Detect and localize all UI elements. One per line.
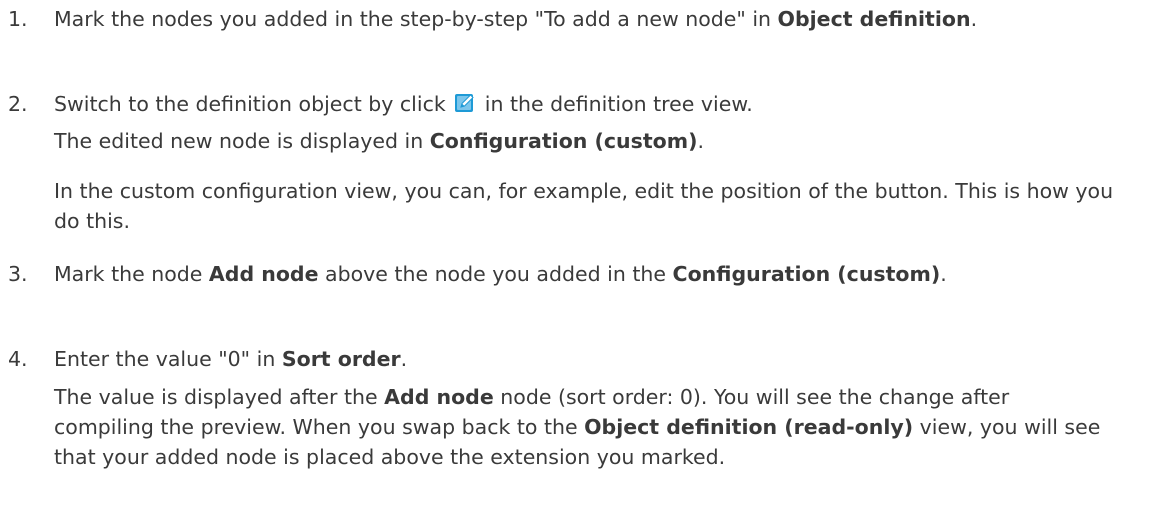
step-text: Enter the value "0" in Sort order. [54, 344, 1108, 374]
edit-icon [454, 92, 476, 114]
step-1: 1. Mark the nodes you added in the step-… [8, 4, 1108, 34]
document-page: 1. Mark the nodes you added in the step-… [0, 0, 1161, 532]
step-text-part: Switch to the definition object by click [54, 92, 453, 116]
step-text-part: . [970, 7, 978, 31]
step-2: 2. Switch to the definition object by cl… [8, 89, 1108, 119]
step-2-result: The edited new node is displayed in Conf… [54, 126, 1114, 156]
step-text: Mark the nodes you added in the step-by-… [54, 4, 1108, 34]
step-text-part: above the node you added in the [318, 262, 673, 286]
step-3: 3. Mark the node Add node above the node… [8, 259, 1108, 289]
step-text-part: in the definition tree view. [478, 92, 753, 116]
step-text: Switch to the definition object by click… [54, 89, 1108, 119]
para-text-part: The value is displayed after the [54, 385, 385, 409]
ui-term-configuration-custom: Configuration (custom) [429, 129, 698, 153]
ui-term-object-definition-read-only: Object definition (read-only) [584, 415, 914, 439]
para-text-part: . [697, 129, 704, 153]
step-text-part: Mark the nodes you added in the step-by-… [54, 7, 778, 31]
step-2-note: In the custom configuration view, you ca… [54, 179, 1114, 233]
step-4: 4. Enter the value "0" in Sort order. [8, 344, 1108, 374]
step-text-part: Enter the value "0" in [54, 347, 282, 371]
ui-term-add-node: Add node [208, 262, 319, 286]
step-text-part: . [940, 262, 947, 286]
step-text-part: Mark the node [54, 262, 209, 286]
para-text-part: The edited new node is displayed in [54, 129, 430, 153]
ui-term-object-definition: Object definition [777, 7, 971, 31]
step-number: 3. [8, 262, 28, 286]
ui-term-configuration-custom: Configuration (custom) [672, 262, 941, 286]
step-number: 1. [8, 7, 28, 31]
ui-term-add-node: Add node [384, 385, 494, 409]
step-number: 2. [8, 92, 28, 116]
step-4-result: The value is displayed after the Add nod… [54, 382, 1114, 472]
ui-term-sort-order: Sort order [281, 347, 401, 371]
step-number: 4. [8, 347, 28, 371]
step-text: Mark the node Add node above the node yo… [54, 259, 1108, 289]
step-text-part: . [400, 347, 408, 371]
